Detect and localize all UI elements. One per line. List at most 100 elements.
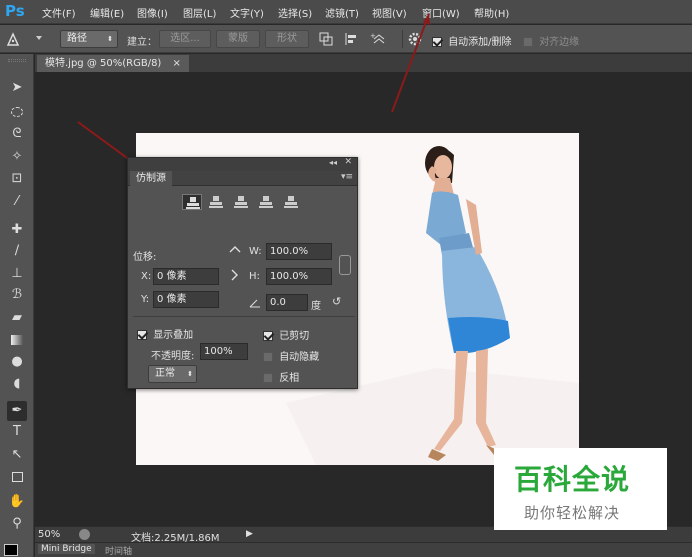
magic-wand-tool-icon[interactable]: ✧ [7,147,27,167]
gear-icon[interactable] [407,31,423,47]
watermark-subtitle: 助你轻松解决 [524,504,621,522]
eyedropper-tool-icon[interactable]: ⁄ [7,192,27,212]
menu-view[interactable]: 视图(V) [372,5,407,20]
brush-tool-icon[interactable]: ∕ [7,241,27,261]
menu-select[interactable]: 选择(S) [278,5,312,20]
invert-option[interactable]: 反相 [263,369,299,384]
menu-help[interactable]: 帮助(H) [474,5,509,20]
clone-stamp-tool-icon[interactable]: ⊥ [7,264,27,284]
link-icon[interactable] [339,255,351,275]
pen-tool-icon[interactable]: ✒ [7,401,27,421]
opacity-label: 不透明度: [151,351,195,362]
path-mode-value: 路径 [67,33,87,44]
crop-tool-icon[interactable]: ⊡ [7,169,27,189]
menu-filter[interactable]: 滤镜(T) [325,5,359,20]
auto-add-delete-checkbox[interactable] [432,37,442,47]
width-scale-field[interactable]: 100.0% [266,243,332,260]
x-label: X: [141,271,152,282]
updown-icon: ⬍ [107,35,113,43]
clone-source-5-button[interactable] [281,194,301,210]
y-offset-field[interactable]: 0 像素 [153,291,219,308]
selection-button[interactable]: 选区... [159,30,211,48]
hand-tool-icon[interactable]: ✋ [7,492,27,512]
path-alignment-icon[interactable] [344,31,360,47]
collapse-icon[interactable]: ◂◂ [329,158,337,167]
history-brush-tool-icon[interactable]: ℬ [7,285,27,305]
blend-mode-select[interactable]: 正常 ⬍ [148,365,197,383]
menu-image[interactable]: 图像(I) [137,5,168,20]
zoom-level[interactable]: 50% [38,529,60,540]
opacity-field[interactable]: 100% [200,343,248,360]
path-mode-select[interactable]: 路径 ⬍ [60,30,118,48]
tab-mini-bridge[interactable]: Mini Bridge [38,544,95,554]
auto-add-delete-option[interactable]: 自动添加/删除 [432,33,512,48]
invert-checkbox[interactable] [263,373,273,383]
tools-grip[interactable] [8,59,26,62]
close-icon[interactable]: × [173,58,181,69]
align-edges-checkbox[interactable] [523,37,533,47]
dodge-tool-icon[interactable]: ◖ [7,374,27,394]
foreground-color-swatch[interactable] [4,544,18,556]
auto-hide-checkbox[interactable] [263,352,273,362]
gradient-tool-icon[interactable] [7,330,27,350]
document-tab[interactable]: 模特.jpg @ 50%(RGB/8) × [37,55,189,72]
path-arrange-icon[interactable]: + [370,31,388,47]
clipped-option[interactable]: 已剪切 [263,327,309,342]
rotation-angle-field[interactable]: 0.0 [266,294,308,311]
panel-title-bar[interactable]: ◂◂ ✕ [128,157,357,171]
rectangle-tool-icon[interactable] [7,467,27,487]
align-edges-option[interactable]: 对齐边缘 [523,33,579,48]
flip-horizontal-icon[interactable] [229,244,241,256]
panel-menu-icon[interactable]: ▾≡ [341,172,353,182]
zoom-tool-icon[interactable]: ⚲ [7,514,27,534]
status-menu-arrow-icon[interactable]: ▶ [246,529,253,539]
close-icon[interactable]: ✕ [344,157,352,167]
auto-hide-label: 自动隐藏 [279,352,320,363]
shape-button[interactable]: 形状 [265,30,309,48]
build-label: 建立： [127,37,157,48]
menu-layer[interactable]: 图层(L) [183,5,216,20]
tools-panel: ➤ ᘓ ✧ ⊡ ⁄ ✚ ∕ ⊥ ℬ ▰ ● ◖ ✒ T ↖ ✋ ⚲ [0,54,34,557]
document-tab-bar: 模特.jpg @ 50%(RGB/8) × [35,54,692,72]
svg-text:+: + [370,32,376,40]
reset-transform-icon[interactable]: ↺ [332,296,344,308]
menu-window[interactable]: 窗口(W) [422,5,460,20]
height-scale-field[interactable]: 100.0% [266,268,332,285]
move-tool-icon[interactable]: ➤ [7,78,27,98]
photoshop-logo[interactable]: Ps [5,2,27,21]
mask-button[interactable]: 蒙版 [216,30,260,48]
x-offset-field[interactable]: 0 像素 [153,268,219,285]
menu-edit[interactable]: 编辑(E) [90,5,124,20]
clipped-checkbox[interactable] [263,331,273,341]
healing-brush-tool-icon[interactable]: ✚ [7,220,27,240]
auto-hide-option[interactable]: 自动隐藏 [263,348,319,363]
menu-file[interactable]: 文件(F) [42,5,76,20]
flip-vertical-icon[interactable] [229,269,241,281]
type-tool-icon[interactable]: T [7,422,27,442]
clone-source-2-button[interactable] [206,194,226,210]
clone-source-3-button[interactable] [231,194,251,210]
show-overlay-checkbox[interactable] [137,330,147,340]
clone-source-1-button[interactable] [182,194,202,210]
tab-clone-source[interactable]: 仿制源 [130,171,172,186]
clone-source-panel: ◂◂ ✕ 仿制源 ▾≡ 位移: X: 0 像素 Y: 0 像素 W: 100.0… [127,157,358,389]
path-selection-tool-icon[interactable]: ↖ [7,445,27,465]
lasso-tool-icon[interactable]: ᘓ [7,124,27,144]
panel-divider [133,316,355,317]
offset-label: 位移: [133,252,157,263]
blur-tool-icon[interactable]: ● [7,352,27,372]
status-info-icon[interactable] [79,529,90,540]
w-label: W: [249,246,262,257]
marquee-tool-icon[interactable] [7,102,27,122]
watermark-title: 百科全说 [514,463,631,496]
eraser-tool-icon[interactable]: ▰ [7,308,27,328]
clone-source-4-button[interactable] [256,194,276,210]
blend-mode-value: 正常 [155,368,175,379]
tab-timeline[interactable]: 时间轴 [105,544,132,557]
menu-type[interactable]: 文字(Y) [230,5,264,20]
path-operations-icon[interactable] [318,31,334,47]
chevron-down-icon[interactable] [36,36,42,40]
show-overlay-option[interactable]: 显示叠加 [137,326,193,341]
pen-tool-preset-icon[interactable] [4,29,20,47]
clipped-label: 已剪切 [279,331,310,342]
